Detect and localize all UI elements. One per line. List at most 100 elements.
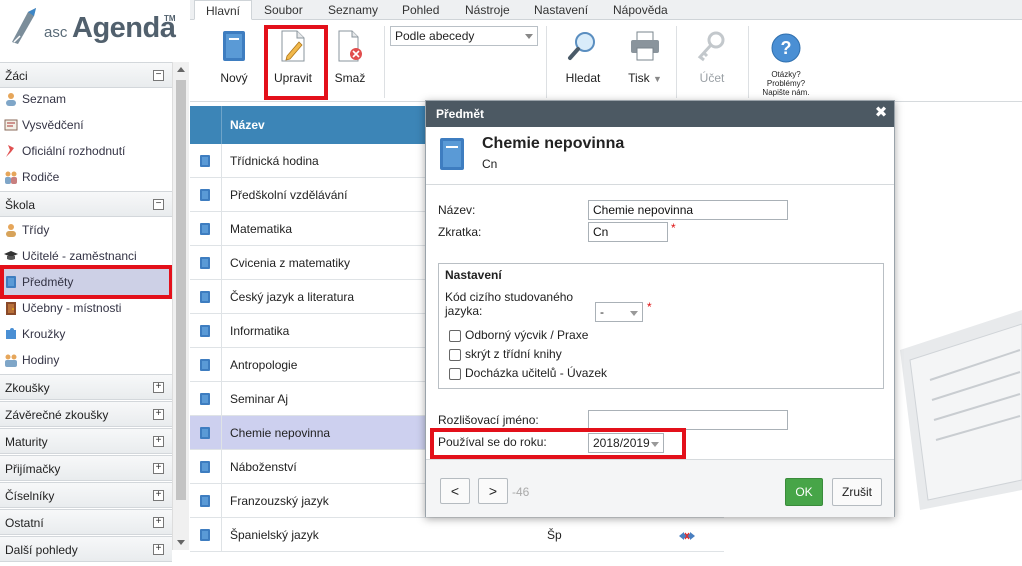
- sidebar: Žáci − Seznam Vysvědčení Oficiální rozhod…: [0, 62, 172, 566]
- edit-button[interactable]: Upravit: [270, 30, 316, 85]
- previous-button[interactable]: <: [440, 478, 470, 504]
- book-icon: [200, 359, 210, 371]
- tab-pohled[interactable]: Pohled: [391, 0, 450, 20]
- ok-button[interactable]: OK: [785, 478, 823, 506]
- tab-nastroje[interactable]: Nástroje: [454, 0, 521, 20]
- ribbon-divider: [676, 26, 677, 98]
- sidebar-section-skola[interactable]: Škola −: [0, 191, 172, 217]
- abbr-field[interactable]: [588, 222, 668, 242]
- subject-abbreviation: Cn: [482, 157, 498, 171]
- book-icon: [440, 138, 464, 170]
- row-icon-cell: [190, 280, 222, 314]
- sidebar-item-tridy[interactable]: Třídy: [0, 217, 172, 243]
- sidebar-item-seznam[interactable]: Seznam: [0, 86, 172, 112]
- expand-icon[interactable]: +: [153, 409, 164, 420]
- delete-document-icon: [338, 30, 362, 62]
- tab-hlavni[interactable]: Hlavní: [194, 0, 253, 20]
- used-until-select[interactable]: 2018/2019: [588, 433, 664, 453]
- dropdown-arrow-icon: ▼: [652, 74, 662, 84]
- next-button[interactable]: >: [478, 478, 508, 504]
- sort-dropdown[interactable]: Podle abecedy: [390, 26, 538, 46]
- help-button[interactable]: ? Otázky? Problémy? Napište nám.: [758, 32, 814, 97]
- sidebar-item-hodiny[interactable]: Hodiny: [0, 347, 172, 373]
- sidebar-section-dalsi-pohledy[interactable]: Další pohledy +: [0, 536, 172, 562]
- foreign-lang-select[interactable]: -: [595, 302, 643, 322]
- sidebar-scrollbar[interactable]: [172, 62, 189, 550]
- sidebar-section-ciselniky[interactable]: Číselníky +: [0, 482, 172, 508]
- ribbon-divider: [384, 26, 385, 98]
- people-group-icon: [5, 354, 17, 367]
- sidebar-item-oficialni-rozhodnuti[interactable]: Oficiální rozhodnutí: [0, 138, 172, 164]
- dialog-header: Předmět ✖: [426, 101, 894, 127]
- menu-tabs: Hlavní Soubor Seznamy Pohled Nástroje Na…: [190, 0, 1022, 20]
- close-icon[interactable]: ✖: [874, 105, 888, 120]
- expand-icon[interactable]: +: [153, 517, 164, 528]
- table-row[interactable]: Španielský jazyk Šp: [190, 518, 724, 552]
- book-icon: [200, 257, 210, 269]
- delete-button[interactable]: Smaž: [332, 30, 368, 85]
- checkbox-vocational[interactable]: [449, 330, 461, 342]
- sidebar-item-ucitele[interactable]: Učitelé - zaměstnanci: [0, 243, 172, 269]
- sidebar-section-maturity[interactable]: Maturity +: [0, 428, 172, 454]
- print-label: Tisk ▼: [628, 71, 662, 85]
- book-icon: [223, 31, 245, 61]
- checkbox-hide-classbook-label[interactable]: skrýt z třídní knihy: [465, 347, 562, 361]
- collapse-icon[interactable]: −: [153, 70, 164, 81]
- account-button[interactable]: Účet: [694, 30, 730, 85]
- expand-icon[interactable]: +: [153, 544, 164, 555]
- scroll-up-icon[interactable]: [177, 67, 185, 72]
- row-name: Seminar Aj: [230, 392, 289, 406]
- sidebar-section-zkousky[interactable]: Zkoušky +: [0, 374, 172, 400]
- dialog-footer: < > -46 OK Zrušit: [426, 459, 894, 517]
- help-line-1: Otázky?: [771, 70, 801, 79]
- sidebar-item-krouzky[interactable]: Kroužky: [0, 321, 172, 347]
- sidebar-item-rodice[interactable]: Rodiče: [0, 164, 172, 190]
- used-until-label: Používal se do roku:: [438, 435, 547, 449]
- printer-icon: [631, 31, 659, 61]
- checkbox-vocational-label[interactable]: Odborný výcvik / Praxe: [465, 328, 588, 342]
- collapse-icon[interactable]: −: [153, 199, 164, 210]
- tab-nastaveni[interactable]: Nastavení: [523, 0, 599, 20]
- expand-icon[interactable]: +: [153, 382, 164, 393]
- expand-icon[interactable]: +: [153, 490, 164, 501]
- scroll-down-icon[interactable]: [177, 540, 185, 545]
- sidebar-section-ostatni[interactable]: Ostatní +: [0, 509, 172, 535]
- row-name: Chemie nepovinna: [230, 426, 331, 440]
- row-icon-cell: [190, 144, 222, 178]
- graduation-cap-icon: [4, 251, 18, 260]
- checkbox-teacher-attendance[interactable]: [449, 368, 461, 380]
- ribbon-divider: [546, 26, 547, 98]
- sidebar-section-prijimacky[interactable]: Přijímačky +: [0, 455, 172, 481]
- expand-icon[interactable]: +: [153, 463, 164, 474]
- foreign-lang-label: Kód cizího studovaného jazyka:: [445, 290, 574, 318]
- sidebar-item-vysvedceni[interactable]: Vysvědčení: [0, 112, 172, 138]
- new-button[interactable]: Nový: [218, 30, 250, 85]
- row-name: Matematika: [230, 222, 293, 236]
- tab-napoveda[interactable]: Nápověda: [602, 0, 679, 20]
- help-line-3: Napište nám.: [762, 88, 810, 97]
- subject-title: Chemie nepovinna: [482, 135, 625, 152]
- delete-label: Smaž: [334, 71, 366, 85]
- expand-icon[interactable]: +: [153, 436, 164, 447]
- sidebar-item-ucebny[interactable]: Učebny - místnosti: [0, 295, 172, 321]
- header-name[interactable]: Název: [230, 118, 265, 132]
- sidebar-item-predmety[interactable]: Předměty: [0, 269, 172, 295]
- sidebar-section-zaverecne-zkousky[interactable]: Závěrečné zkoušky +: [0, 401, 172, 427]
- abbr-label: Zkratka:: [438, 225, 482, 239]
- row-action-icon[interactable]: [678, 530, 696, 544]
- name-field[interactable]: [588, 200, 788, 220]
- checkbox-teacher-attendance-label[interactable]: Docházka učitelů - Úvazek: [465, 366, 607, 380]
- checkbox-hide-classbook[interactable]: [449, 349, 461, 361]
- cancel-button[interactable]: Zrušit: [832, 478, 882, 506]
- row-name: Cvicenia z matematiky: [230, 256, 351, 270]
- tab-soubor[interactable]: Soubor: [253, 0, 314, 20]
- sidebar-section-zaci[interactable]: Žáci −: [0, 62, 172, 88]
- scroll-thumb[interactable]: [176, 80, 186, 500]
- required-mark: *: [671, 221, 676, 235]
- search-button[interactable]: Hledat: [562, 30, 604, 85]
- row-abbreviation: Šp: [547, 528, 562, 542]
- print-button[interactable]: Tisk ▼: [622, 30, 668, 85]
- tab-seznamy[interactable]: Seznamy: [317, 0, 389, 20]
- distinct-name-field[interactable]: [588, 410, 788, 430]
- key-icon: [697, 31, 725, 62]
